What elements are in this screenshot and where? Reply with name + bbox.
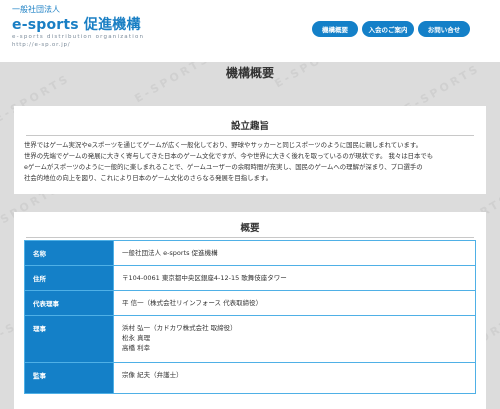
row-value-name: 一般社団法人 e-sports 促進機構 [113,241,475,265]
site-header: 一般社団法人 e-sports 促進機構 e-sports distributi… [0,0,500,60]
site-url-text: http://e-sp.or.jp/ [12,42,71,48]
row-value-auditor: 宗像 紀夫（弁護士） [113,363,475,393]
table-row: 理事 浜村 弘一（カドカワ株式会社 取締役） 松永 真理 高橋 利幸 [25,316,475,363]
divider [26,135,474,136]
director-name: 浜村 弘一（カドカワ株式会社 取締役） [122,324,237,332]
nav-contact-button[interactable]: お問い合せ [418,21,470,37]
row-value-directors: 浜村 弘一（カドカワ株式会社 取締役） 松永 真理 高橋 利幸 [113,316,475,362]
overview-table: 名称 一般社団法人 e-sports 促進機構 住所 〒104-0061 東京都… [24,240,476,394]
director-name: 松永 真理 [122,334,151,342]
row-label-auditor: 監事 [25,363,113,393]
purpose-card: 設立趣旨 世界ではゲーム実況やeスポーツを通じてゲームが広く一般化しており、野球… [14,106,486,194]
purpose-text: 世界ではゲーム実況やeスポーツを通じてゲームが広く一般化しており、野球やサッカー… [24,140,476,184]
nav-about-button[interactable]: 機構概要 [312,21,358,37]
purpose-line: eゲームがスポーツのように一般的に楽しまれることで、ゲームユーザーの余暇時間が充… [24,163,423,171]
page-title: 機構概要 [225,66,274,80]
main-nav: 機構概要 入会のご案内 お問い合せ [312,21,470,37]
row-label-directors: 理事 [25,316,113,362]
purpose-title: 設立趣旨 [230,121,269,132]
purpose-line: 世界の先端でゲームの発展に大きく寄与してきた日本のゲーム文化ですが、今や世界に大… [24,152,434,160]
director-name: 高橋 利幸 [122,344,151,352]
row-label-representative: 代表理事 [25,291,113,315]
table-row: 名称 一般社団法人 e-sports 促進機構 [25,241,475,266]
overview-title: 概要 [240,223,260,234]
row-value-address: 〒104-0061 東京都中央区銀座4-12-15 歌舞伎座タワー [113,266,475,290]
overview-card: 概要 名称 一般社団法人 e-sports 促進機構 住所 〒104-0061 … [14,212,486,409]
purpose-line: 社会的地位の向上を図り、これにより日本のゲーム文化のさらなる発展を目指します。 [24,174,273,182]
table-row: 住所 〒104-0061 東京都中央区銀座4-12-15 歌舞伎座タワー [25,266,475,291]
divider [26,237,474,238]
site-logo-subtitle: e-sports distribution organization [12,34,145,40]
row-label-name: 名称 [25,241,113,265]
row-value-representative: 平 信一（株式会社リインフォース 代表取締役） [113,291,475,315]
site-logo-title[interactable]: e-sports 促進機構 [12,14,141,34]
table-row: 代表理事 平 信一（株式会社リインフォース 代表取締役） [25,291,475,316]
table-row: 監事 宗像 紀夫（弁護士） [25,363,475,393]
row-label-address: 住所 [25,266,113,290]
nav-membership-button[interactable]: 入会のご案内 [362,21,414,37]
purpose-line: 世界ではゲーム実況やeスポーツを通じてゲームが広く一般化しており、野球やサッカー… [24,141,423,149]
